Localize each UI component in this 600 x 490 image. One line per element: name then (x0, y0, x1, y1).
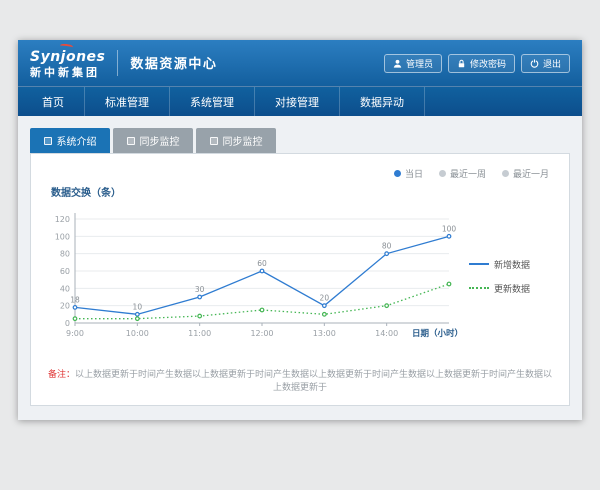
logo-text-en: Synjones (30, 49, 105, 65)
footnote: 备注：以上数据更新于时间产生数据以上数据更新于时间产生数据以上数据更新于时间产生… (45, 367, 555, 393)
legend-updated-data[interactable]: 更新数据 (469, 282, 530, 295)
tab-sync-monitor-1[interactable]: 同步监控 (113, 128, 193, 153)
logout-button[interactable]: 退出 (521, 54, 570, 73)
svg-text:10:00: 10:00 (126, 329, 149, 338)
filter-last-week[interactable]: 最近一周 (439, 167, 486, 180)
legend-label: 新增数据 (494, 258, 530, 271)
radio-dot-icon (394, 170, 401, 177)
synjones-logo: Synjones 新中新集团 (30, 47, 105, 78)
svg-text:11:00: 11:00 (188, 329, 211, 338)
admin-button[interactable]: 管理员 (384, 54, 442, 73)
filter-today[interactable]: 当日 (394, 167, 423, 180)
tab-sync-monitor-2[interactable]: 同步监控 (196, 128, 276, 153)
dotted-line-icon (469, 287, 489, 289)
svg-text:100: 100 (55, 232, 70, 241)
tab-bar: 系统介绍 同步监控 同步监控 (30, 128, 570, 153)
svg-text:10: 10 (133, 302, 143, 311)
tab-label: 系统介绍 (57, 133, 97, 148)
tab-icon (127, 137, 135, 145)
svg-text:14:00: 14:00 (375, 329, 398, 338)
range-filters: 当日 最近一周 最近一月 (394, 167, 549, 180)
content-area: 系统介绍 同步监控 同步监控 当日 最近一周 (18, 116, 582, 420)
tab-icon (210, 137, 218, 145)
filter-label: 最近一月 (513, 167, 549, 180)
svg-text:120: 120 (55, 215, 70, 224)
svg-text:80: 80 (60, 250, 70, 259)
svg-text:20: 20 (60, 302, 70, 311)
user-icon (393, 59, 402, 68)
nav-item-standard-mgmt[interactable]: 标准管理 (85, 87, 170, 116)
change-password-button-label: 修改密码 (470, 57, 506, 70)
filter-last-month[interactable]: 最近一月 (502, 167, 549, 180)
svg-text:80: 80 (382, 242, 392, 251)
lock-icon (457, 59, 466, 68)
footnote-label: 备注： (48, 370, 75, 380)
svg-text:日期（小时）: 日期（小时） (412, 328, 463, 339)
filter-label: 最近一周 (450, 167, 486, 180)
series-legend: 新增数据 更新数据 (469, 258, 530, 295)
svg-text:30: 30 (195, 285, 205, 294)
svg-text:0: 0 (65, 319, 70, 328)
svg-text:20: 20 (320, 294, 330, 303)
chart-panel: 当日 最近一周 最近一月 数据交换（条） 0 20 40 60 80 100 120 9:00… (30, 153, 570, 406)
tab-label: 同步监控 (223, 133, 263, 148)
logo-text-cn: 新中新集团 (30, 67, 105, 79)
svg-text:60: 60 (60, 267, 70, 276)
tab-icon (44, 137, 52, 145)
logout-button-label: 退出 (543, 57, 561, 70)
nav-item-system-mgmt[interactable]: 系统管理 (170, 87, 255, 116)
nav-item-home[interactable]: 首页 (22, 87, 85, 116)
legend-label: 更新数据 (494, 282, 530, 295)
main-nav: 首页 标准管理 系统管理 对接管理 数据异动 (18, 86, 582, 116)
svg-text:18: 18 (70, 295, 80, 304)
svg-text:60: 60 (257, 259, 267, 268)
admin-button-label: 管理员 (406, 57, 433, 70)
footnote-text: 以上数据更新于时间产生数据以上数据更新于时间产生数据以上数据更新于时间产生数据以… (75, 370, 552, 393)
app-window: Synjones 新中新集团 数据资源中心 管理员 修改密码 (18, 40, 582, 420)
svg-text:13:00: 13:00 (313, 329, 336, 338)
change-password-button[interactable]: 修改密码 (448, 54, 515, 73)
tab-system-intro[interactable]: 系统介绍 (30, 128, 110, 153)
radio-dot-icon (439, 170, 446, 177)
header-actions: 管理员 修改密码 退出 (384, 54, 570, 73)
nav-item-interface-mgmt[interactable]: 对接管理 (255, 87, 340, 116)
nav-item-data-change[interactable]: 数据异动 (340, 87, 425, 116)
header-divider (117, 50, 118, 76)
filter-label: 当日 (405, 167, 423, 180)
svg-text:40: 40 (60, 284, 70, 293)
app-header: Synjones 新中新集团 数据资源中心 管理员 修改密码 (18, 40, 582, 86)
line-chart: 0 20 40 60 80 100 120 9:00 10:00 11:00 12:00 13:00 1… (45, 201, 465, 351)
legend-new-data[interactable]: 新增数据 (469, 258, 530, 271)
page-title: 数据资源中心 (130, 53, 217, 72)
svg-text:12:00: 12:00 (250, 329, 273, 338)
tab-label: 同步监控 (140, 133, 180, 148)
y-axis-title: 数据交换（条） (51, 184, 555, 199)
solid-line-icon (469, 263, 489, 265)
svg-text:100: 100 (442, 224, 457, 233)
radio-dot-icon (502, 170, 509, 177)
power-icon (530, 59, 539, 68)
brand: Synjones 新中新集团 数据资源中心 (30, 47, 217, 78)
chart-row: 0 20 40 60 80 100 120 9:00 10:00 11:00 12:00 13:00 1… (45, 201, 555, 351)
svg-text:9:00: 9:00 (66, 329, 84, 338)
